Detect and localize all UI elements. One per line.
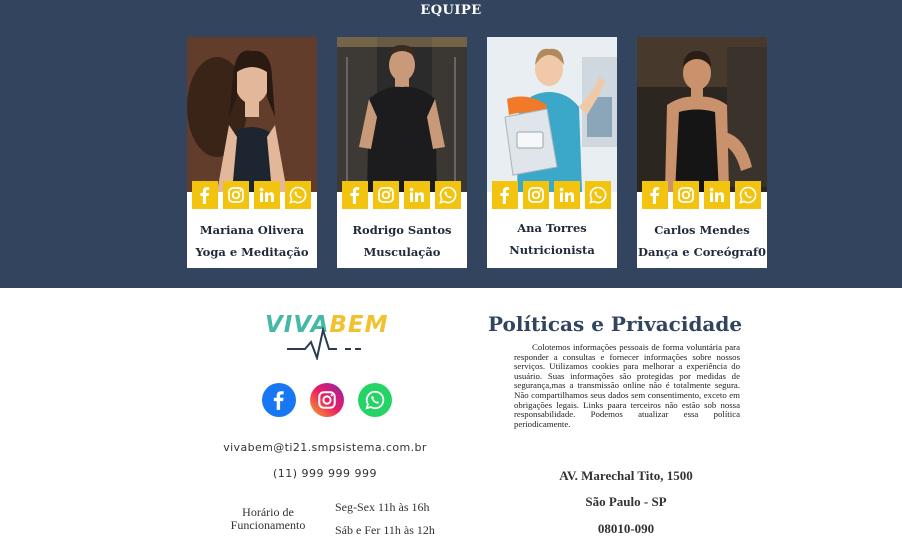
policy-text: Colotemos informações pessoais de forma …: [514, 342, 740, 429]
address-city: São Paulo - SP: [585, 494, 667, 509]
whatsapp-icon[interactable]: [585, 181, 611, 209]
team-card: Rodrigo Santos Musculação: [337, 37, 467, 268]
member-role: Nutricionista: [509, 243, 595, 257]
member-name: Ana Torres: [517, 221, 587, 235]
brand-social-icons: [262, 383, 392, 419]
whatsapp-icon[interactable]: [285, 181, 311, 209]
address-street: AV. Marechal Tito, 1500: [559, 468, 693, 483]
instagram-icon[interactable]: [523, 181, 549, 209]
member-photo: [337, 37, 467, 192]
whatsapp-icon[interactable]: [358, 383, 392, 417]
social-links: [642, 181, 764, 209]
social-links: [492, 181, 614, 209]
team-card: Ana Torres Nutricionista: [487, 37, 617, 268]
member-photo: [637, 37, 767, 192]
social-links: [342, 181, 464, 209]
vivabem-logo[interactable]: VIVABEM: [265, 312, 395, 360]
member-photo: [187, 37, 317, 192]
instagram-icon[interactable]: [373, 181, 399, 209]
member-photo: [487, 37, 617, 192]
social-links: [192, 181, 314, 209]
team-card: Mariana Olivera Yoga e Meditação: [187, 37, 317, 268]
policy-title: Políticas e Privacidade: [488, 312, 743, 336]
hours-weekend: Sáb e Fer 11h às 12h: [335, 523, 435, 537]
facebook-icon[interactable]: [492, 181, 518, 209]
facebook-icon[interactable]: [192, 181, 218, 209]
member-name: Rodrigo Santos: [352, 223, 452, 237]
contact-phone[interactable]: (11) 999 999 999: [195, 467, 455, 480]
footer-contact: VIVABEM vivabem@ti21.smpsistema.com.br (…: [195, 288, 455, 552]
member-role: Musculação: [363, 245, 441, 259]
team-title: EQUIPE: [420, 3, 482, 18]
whatsapp-icon[interactable]: [435, 181, 461, 209]
member-name: Carlos Mendes: [654, 223, 750, 237]
hours-weekdays: Seg-Sex 11h às 16h: [335, 500, 430, 514]
linkedin-icon[interactable]: [554, 181, 580, 209]
contact-email[interactable]: vivabem@ti21.smpsistema.com.br: [195, 441, 455, 454]
instagram-icon[interactable]: [310, 383, 344, 417]
linkedin-icon[interactable]: [254, 181, 280, 209]
facebook-icon[interactable]: [262, 383, 296, 417]
hours-label: Horário de Funcionamento: [230, 505, 306, 532]
address-zip: 08010-090: [597, 521, 655, 536]
facebook-icon[interactable]: [642, 181, 668, 209]
team-card: Carlos Mendes Dança e Coreógraf0: [637, 37, 767, 268]
member-role: Dança e Coreógraf0: [638, 245, 766, 259]
whatsapp-icon[interactable]: [735, 181, 761, 209]
member-role: Yoga e Meditação: [195, 245, 309, 259]
member-name: Mariana Olivera: [199, 223, 305, 237]
instagram-icon[interactable]: [673, 181, 699, 209]
instagram-icon[interactable]: [223, 181, 249, 209]
heartbeat-icon: [287, 326, 361, 360]
facebook-icon[interactable]: [342, 181, 368, 209]
team-section: EQUIPE Mariana Olivera Yoga e Meditação: [0, 0, 902, 288]
linkedin-icon[interactable]: [704, 181, 730, 209]
linkedin-icon[interactable]: [404, 181, 430, 209]
